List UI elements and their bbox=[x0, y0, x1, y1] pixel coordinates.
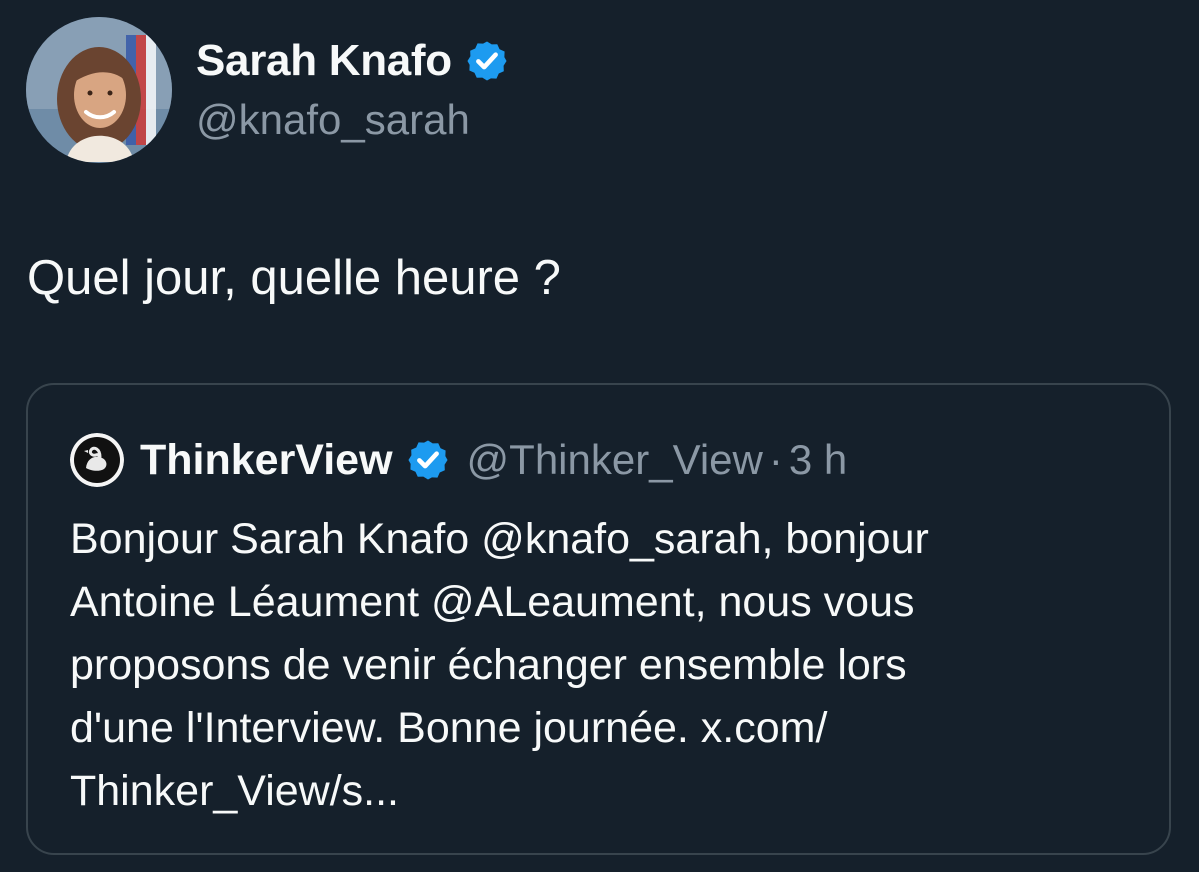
tweet-text: Quel jour, quelle heure ? bbox=[27, 251, 561, 305]
quoted-author-avatar[interactable] bbox=[70, 433, 124, 487]
swan-logo-icon bbox=[70, 433, 124, 487]
author-name-row: Sarah Knafo bbox=[196, 36, 510, 86]
quoted-tweet-line: Bonjour Sarah Knafo @knafo_sarah, bonjou… bbox=[70, 515, 929, 563]
profile-photo bbox=[26, 17, 172, 163]
quoted-tweet-line: Thinker_View/s... bbox=[70, 767, 400, 815]
time-separator: · bbox=[768, 436, 783, 483]
verified-badge-icon bbox=[467, 41, 507, 81]
quoted-author-handle[interactable]: @Thinker_View bbox=[467, 436, 763, 484]
quoted-tweet-line: Antoine Léaument @ALeaument, nous vous bbox=[70, 578, 915, 626]
quoted-tweet-text: Bonjour Sarah Knafo @knafo_sarah, bonjou… bbox=[70, 508, 1140, 823]
profile-avatar[interactable] bbox=[26, 17, 172, 163]
quoted-tweet-header: ThinkerView @Thinker_View · 3 h bbox=[70, 433, 847, 487]
quoted-author-name[interactable]: ThinkerView bbox=[140, 436, 393, 485]
verified-badge-icon bbox=[407, 440, 448, 480]
quoted-tweet-line: d'une l'Interview. Bonne journée. x.com/ bbox=[70, 704, 828, 752]
quoted-tweet-line: proposons de venir échanger ensemble lor… bbox=[70, 641, 907, 689]
author-handle[interactable]: @knafo_sarah bbox=[196, 96, 470, 144]
author-name[interactable]: Sarah Knafo bbox=[196, 36, 452, 86]
quoted-tweet-time[interactable]: 3 h bbox=[789, 436, 847, 484]
quoted-tweet-card[interactable]: ThinkerView @Thinker_View · 3 h Bonjour … bbox=[26, 383, 1171, 855]
